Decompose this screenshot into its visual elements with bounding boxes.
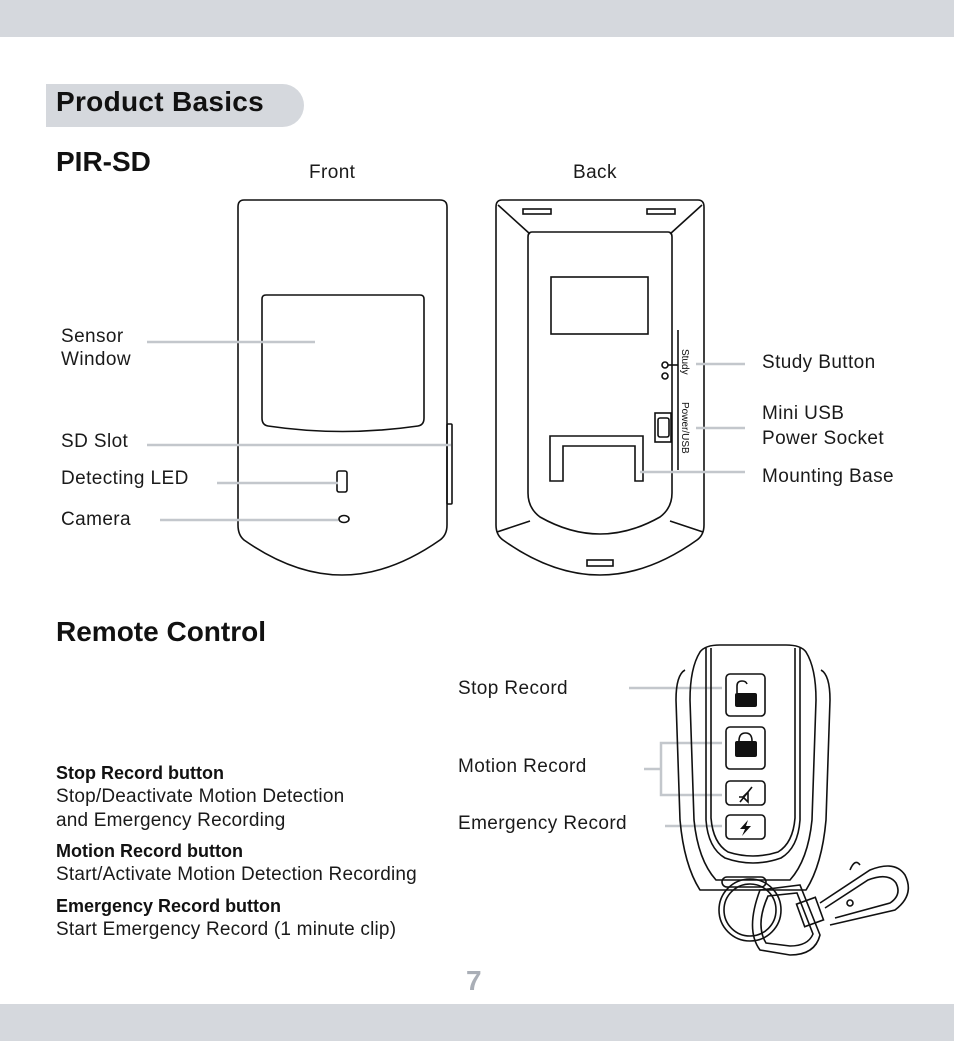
study-button-dot [661, 361, 669, 369]
back-window [550, 276, 649, 335]
unlock-icon [735, 693, 757, 707]
study-marking: Study [679, 349, 690, 375]
lock-icon [735, 741, 757, 757]
power-usb-marking: Power/USB [679, 402, 690, 454]
detecting-led [336, 470, 348, 493]
camera-lens [338, 514, 350, 524]
illustrations: Study Power/USB [147, 199, 910, 956]
lightning-icon [740, 820, 751, 836]
remote-device [675, 644, 910, 956]
sd-slot [446, 423, 453, 505]
mounting-base [549, 435, 644, 482]
mute-button [725, 780, 766, 806]
footer-band [0, 1004, 954, 1041]
sensor-window [261, 294, 425, 433]
page-number: 7 [466, 965, 482, 996]
pir-back-device [495, 199, 705, 576]
